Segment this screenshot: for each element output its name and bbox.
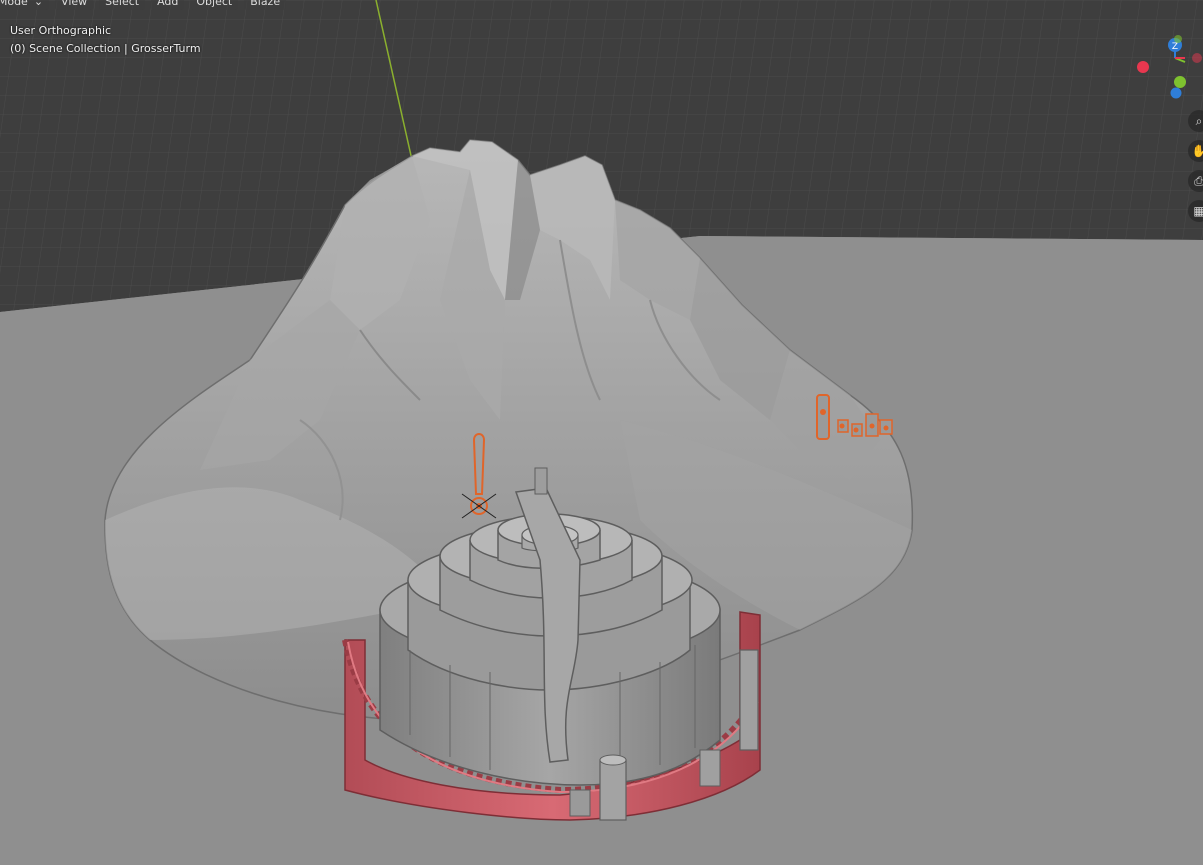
menu-blaze[interactable]: Blaze bbox=[244, 0, 287, 10]
gizmo-x-neg bbox=[1137, 61, 1149, 73]
collection-info: (0) Scene Collection | GrosserTurm bbox=[10, 42, 201, 55]
gizmo-y-pos bbox=[1174, 76, 1186, 88]
viewport-header: ct Mode ⌄ View Select Add Object Blaze bbox=[0, 0, 287, 10]
gizmo-x-pos bbox=[1192, 53, 1202, 63]
camera-icon[interactable]: ⎙ bbox=[1188, 170, 1203, 192]
3d-viewport[interactable]: ct Mode ⌄ View Select Add Object Blaze U… bbox=[0, 0, 1203, 865]
navigation-gizmo[interactable]: Z bbox=[1125, 28, 1203, 106]
chevron-down-icon: ⌄ bbox=[33, 0, 44, 8]
scene-render bbox=[0, 0, 1203, 865]
gizmo-z-label: Z bbox=[1172, 42, 1178, 52]
mode-label: ct Mode bbox=[0, 0, 28, 8]
grid-icon[interactable]: ▦ bbox=[1188, 200, 1203, 222]
gizmo-y-axis bbox=[1174, 35, 1182, 43]
menu-view[interactable]: View bbox=[55, 0, 94, 10]
gizmo-z-neg bbox=[1170, 87, 1182, 99]
pan-hand-icon[interactable]: ✋ bbox=[1188, 140, 1203, 162]
menu-object[interactable]: Object bbox=[190, 0, 239, 10]
menu-add[interactable]: Add bbox=[151, 0, 185, 10]
mode-selector[interactable]: ct Mode ⌄ bbox=[0, 0, 50, 10]
zoom-icon[interactable]: ⌕ bbox=[1188, 110, 1203, 132]
view-name: User Orthographic bbox=[10, 24, 112, 37]
menu-select[interactable]: Select bbox=[99, 0, 146, 10]
